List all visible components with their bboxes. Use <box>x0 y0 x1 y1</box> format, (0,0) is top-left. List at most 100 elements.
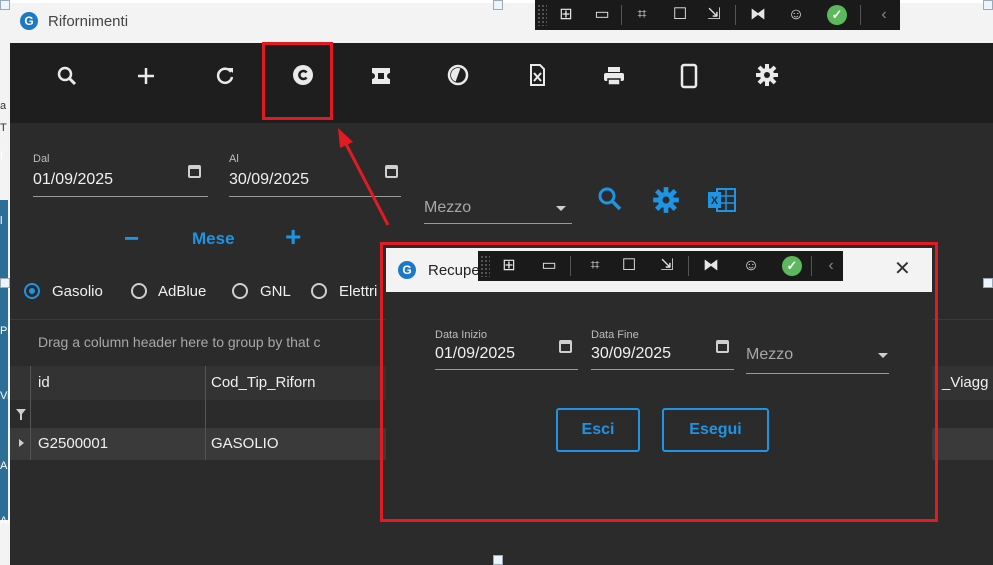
print-icon[interactable] <box>597 63 631 97</box>
plus-icon[interactable] <box>129 63 163 97</box>
cell-cod-tip-riforn[interactable]: GASOLIO <box>211 435 279 452</box>
resize-handle[interactable] <box>983 0 993 10</box>
gear-icon[interactable] <box>750 63 784 97</box>
radio-gnl[interactable] <box>232 283 248 299</box>
search-icon[interactable] <box>50 63 84 97</box>
check-icon[interactable]: ✓ <box>827 5 847 25</box>
hot-reload-icon[interactable]: ⇲ <box>656 255 678 277</box>
separator <box>621 5 622 25</box>
month-plus-button[interactable]: + <box>285 221 301 253</box>
end-date-field[interactable]: 30/09/2025 <box>591 345 671 363</box>
end-label: Data Fine <box>591 329 639 341</box>
binding-icon[interactable]: ⧓ <box>747 4 769 26</box>
column-header-cod-tip-riforn[interactable]: Cod_Tip_Riforn <box>211 374 316 391</box>
hot-reload-icon[interactable]: ⇲ <box>703 4 725 26</box>
check-icon[interactable]: ✓ <box>782 256 802 276</box>
refresh-icon[interactable] <box>208 63 242 97</box>
resize-handle[interactable] <box>493 0 503 10</box>
calendar-icon[interactable] <box>716 340 729 353</box>
radio-label: AdBlue <box>158 283 207 300</box>
calendar-icon[interactable] <box>188 165 201 178</box>
radio-label: Elettri <box>339 283 378 300</box>
cell-id[interactable]: G2500001 <box>38 435 108 452</box>
background-window-panel <box>0 200 8 520</box>
vehicle-select[interactable]: Mezzo <box>424 199 471 217</box>
radio-label: GNL <box>260 283 291 300</box>
svg-text:X: X <box>711 195 719 207</box>
vehicle-underline <box>424 223 572 224</box>
to-date-field[interactable]: 30/09/2025 <box>229 171 309 189</box>
select-element-icon[interactable]: ⌗ <box>584 255 606 277</box>
start-date-underline <box>435 369 578 370</box>
resize-handle[interactable] <box>493 555 503 565</box>
resize-handle[interactable] <box>983 278 993 288</box>
window-title: Rifornimenti <box>48 13 129 30</box>
bg-char: T <box>0 122 7 134</box>
chevron-left-icon[interactable]: ‹ <box>820 255 842 277</box>
bg-char: a <box>0 100 7 112</box>
from-label: Dal <box>33 153 50 165</box>
gear-icon[interactable] <box>652 186 680 219</box>
separator <box>688 256 689 276</box>
grid-divider <box>205 366 206 460</box>
radio-adblue[interactable] <box>131 283 147 299</box>
debug-toolbar: ⊞ ▭ ⌗ ☐ ⇲ ⧓ ☺ ✓ ‹ <box>478 251 843 281</box>
grid-divider <box>30 366 31 460</box>
radio-label: Gasolio <box>52 283 103 300</box>
accessibility-icon[interactable]: ☺ <box>740 255 762 277</box>
binding-icon[interactable]: ⧓ <box>700 255 722 277</box>
radio-elettrico[interactable] <box>311 283 327 299</box>
layout-icon[interactable]: ☐ <box>669 4 691 26</box>
app-logo-icon: G <box>398 261 416 279</box>
video-icon[interactable]: ▭ <box>591 4 613 26</box>
calendar-icon[interactable] <box>559 340 572 353</box>
bg-char: Pl <box>0 325 10 337</box>
inspect-element-icon[interactable]: ⊞ <box>555 4 577 26</box>
excel-export-icon[interactable]: X <box>707 187 737 218</box>
from-date-underline <box>33 196 208 197</box>
separator <box>811 256 812 276</box>
video-icon[interactable]: ▭ <box>538 255 560 277</box>
resize-handle[interactable] <box>0 278 10 288</box>
layout-icon[interactable]: ☐ <box>618 255 640 277</box>
highlight-box <box>262 42 333 120</box>
inspect-element-icon[interactable]: ⊞ <box>498 255 520 277</box>
start-label: Data Inizio <box>435 329 487 341</box>
cancel-button[interactable]: Esci <box>556 408 640 452</box>
from-date-field[interactable]: 01/09/2025 <box>33 171 113 189</box>
vehicle-underline <box>746 373 889 374</box>
drag-handle[interactable] <box>537 4 547 26</box>
column-header-id[interactable]: id <box>38 374 50 391</box>
delete-doc-icon[interactable] <box>520 63 554 97</box>
close-button[interactable]: ✕ <box>894 256 911 281</box>
search-icon[interactable] <box>597 186 623 217</box>
radio-gasolio[interactable] <box>24 283 40 299</box>
chevron-down-icon[interactable] <box>878 353 888 358</box>
mobile-icon[interactable] <box>672 63 706 97</box>
resize-handle[interactable] <box>0 0 10 10</box>
to-label: Al <box>229 153 239 165</box>
recover-dialog: G Recupe ✕ Data Inizio 01/09/2025 Data F… <box>386 248 932 516</box>
chevron-left-icon[interactable]: ‹ <box>873 4 895 26</box>
start-date-field[interactable]: 01/09/2025 <box>435 345 515 363</box>
vehicle-select[interactable]: Mezzo <box>746 346 793 364</box>
month-minus-button[interactable]: − <box>124 223 139 254</box>
accessibility-icon[interactable]: ☺ <box>785 4 807 26</box>
bg-char: Al <box>0 460 10 472</box>
ticket-icon[interactable] <box>364 63 398 97</box>
app-logo-icon: G <box>20 12 38 30</box>
month-label[interactable]: Mese <box>192 229 235 249</box>
chevron-down-icon[interactable] <box>556 206 566 211</box>
drag-handle[interactable] <box>480 255 490 277</box>
main-toolbar <box>10 43 993 123</box>
bg-char: l <box>0 215 3 227</box>
column-header-viaggio[interactable]: _Viagg <box>942 374 988 391</box>
select-element-icon[interactable]: ⌗ <box>631 4 653 26</box>
run-button[interactable]: Esegui <box>662 408 769 452</box>
separator <box>570 256 571 276</box>
history-icon[interactable] <box>441 63 475 97</box>
debug-toolbar: ⊞ ▭ ⌗ ☐ ⇲ ⧓ ☺ ✓ ‹ <box>535 0 900 30</box>
filter-icon[interactable] <box>16 408 26 426</box>
bg-char: I <box>0 150 4 162</box>
separator <box>860 5 861 25</box>
